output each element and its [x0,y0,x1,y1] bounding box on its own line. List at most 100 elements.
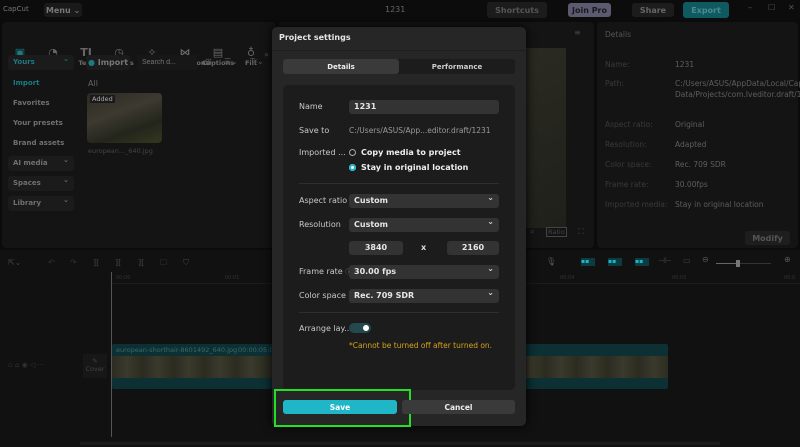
maximize-icon[interactable]: ☐ [768,3,775,12]
share-label: Share [639,5,667,15]
select-value: 30.00 fps [354,267,397,276]
sidebar-item-yours[interactable]: Yours [8,52,74,70]
shortcuts-button[interactable]: Shortcuts [487,2,547,18]
main-track-magnet-icon[interactable]: ▪▪ [581,258,595,266]
fullscreen-icon[interactable]: ⛶ [578,227,584,237]
dialog-tabs: Details Performance [283,59,515,74]
detail-value: 30.00fps [675,180,708,189]
edit-icon: ✎ [92,357,98,365]
detail-key: Aspect ratio: [605,120,653,129]
screen-icon[interactable]: ▭ [683,256,691,265]
split-icon[interactable]: ][ [93,258,99,267]
aspect-ratio-label: Aspect ratio [299,196,348,205]
microphone-icon[interactable]: 🎙 [546,257,556,266]
tab-performance[interactable]: Performance [399,59,515,74]
text-filter-icon[interactable]: Tr⌄ [250,57,264,66]
detail-value: Adapted [675,140,707,149]
shortcuts-label: Shortcuts [495,5,539,15]
timeline-scrollbar[interactable] [80,442,720,445]
track-controls-icons[interactable]: ▫ ⌂ ◉ ◁ ··· [8,361,44,369]
select-tool-icon[interactable]: ⇱⌄ [8,258,21,267]
export-button[interactable]: Export [683,2,729,18]
sidebar-item-library[interactable]: Library [8,193,74,211]
added-badge: Added [90,95,115,103]
minimize-icon[interactable]: – [748,3,752,12]
cancel-button[interactable]: Cancel [402,400,515,414]
linkage-icon[interactable]: ▪▪ [635,258,649,266]
color-space-select[interactable]: Rec. 709 SDR [349,286,499,303]
close-icon[interactable]: ✕ [788,3,795,12]
tab-details[interactable]: Details [283,59,399,74]
zoom-out-icon[interactable]: ⊖ [702,255,709,264]
media-filename: european..._640.jpg [88,147,153,155]
sidebar-item-import[interactable]: Import [8,76,74,91]
redo-icon[interactable]: ↷ [70,258,77,267]
sidebar-item-spaces[interactable]: Spaces [8,173,74,191]
details-panel: Details Name: 1231 Path: C:/Users/ASUS/AppD… [597,22,800,248]
join-pro-label: Join Pro [572,5,607,15]
detail-key: Imported media: [605,200,668,209]
aspect-ratio-select[interactable]: Custom [349,191,499,208]
resolution-select[interactable]: Custom [349,215,499,232]
slider-handle[interactable] [736,260,740,267]
modify-button[interactable]: Modify [745,231,790,245]
width-input[interactable]: 3840 [349,241,403,255]
save-to-path[interactable]: C:/Users/ASUS/App...editor.draft/1231 [349,126,491,135]
project-settings-dialog: Project settings Details Performance Nam… [272,27,526,427]
save-to-label: Save to [299,126,330,135]
detail-value: 1231 [675,60,695,69]
timeline-zoom-slider[interactable] [716,260,771,267]
name-input[interactable]: 1231 [349,100,499,114]
select-value: Custom [354,196,388,205]
sidebar-item-favorites[interactable]: Favorites [8,96,74,111]
imported-label: Imported ... [299,148,346,157]
auto-snap-icon[interactable]: ▪▪ [608,258,622,266]
sidebar-item-brand-assets[interactable]: Brand assets [8,136,74,151]
export-label: Export [691,5,721,15]
radio-label: Copy media to project [361,148,461,157]
preview-axis-icon[interactable]: ⊣⊢ [658,256,672,265]
radio-label: Stay in original location [361,163,469,172]
arrange-layers-toggle[interactable] [349,323,371,333]
chevron-down-icon: ⌄ [73,5,81,15]
zoom-view-icon[interactable]: ⌕ [530,227,534,237]
dialog-title: Project settings [279,33,351,42]
radio-stay-original[interactable]: Stay in original location [349,163,468,172]
split-left-icon[interactable]: ][ [115,258,121,267]
grid-view-icon[interactable]: ⊞ [205,57,212,66]
ratio-button[interactable]: Ratio [546,227,567,237]
delete-icon[interactable]: ☐ [160,258,167,267]
tick-label: 00:01 [225,275,240,281]
search-input[interactable] [137,55,197,70]
menu-button[interactable]: Menu ⌄ [44,3,82,17]
share-button[interactable]: Share [632,3,674,17]
marker-icon[interactable]: ⛉ [183,258,189,268]
more-tools-icon[interactable]: » [264,50,269,59]
detail-key: Frame rate: [605,180,649,189]
plus-circle-icon: ● [87,58,95,67]
clip-name: european-shorthair-8601492_640.jpg [116,346,238,354]
frame-rate-select[interactable]: 30.00 fps [349,262,499,279]
join-pro-button[interactable]: Join Pro [568,3,611,17]
filter-all[interactable]: All [88,79,98,88]
tick-label: 00:04 [560,275,575,281]
split-right-icon[interactable]: ][ [138,258,144,267]
tick-label: 00:05 [672,275,687,281]
radio-copy-media[interactable]: Copy media to project [349,148,461,157]
sidebar-item-your-presets[interactable]: Your presets [8,116,74,131]
sort-icon[interactable]: ☰⌄ [224,57,238,66]
cover-label: Cover [85,365,105,373]
import-button[interactable]: ● Import [86,55,130,70]
sidebar-item-ai-media[interactable]: AI media [8,153,74,171]
tab-label: Details [327,62,355,71]
undo-icon[interactable]: ↶ [48,258,55,267]
player-menu-icon[interactable]: ≡ [574,28,581,37]
detail-value: Stay in original location [675,200,764,209]
save-button[interactable]: Save [283,400,397,414]
media-thumbnail[interactable]: Added [87,93,162,143]
height-input[interactable]: 2160 [447,241,499,255]
cover-button[interactable]: ✎ Cover [83,354,107,378]
zoom-in-icon[interactable]: ⊕ [784,255,791,264]
detail-key: Path: [605,79,625,88]
divider [299,312,499,313]
